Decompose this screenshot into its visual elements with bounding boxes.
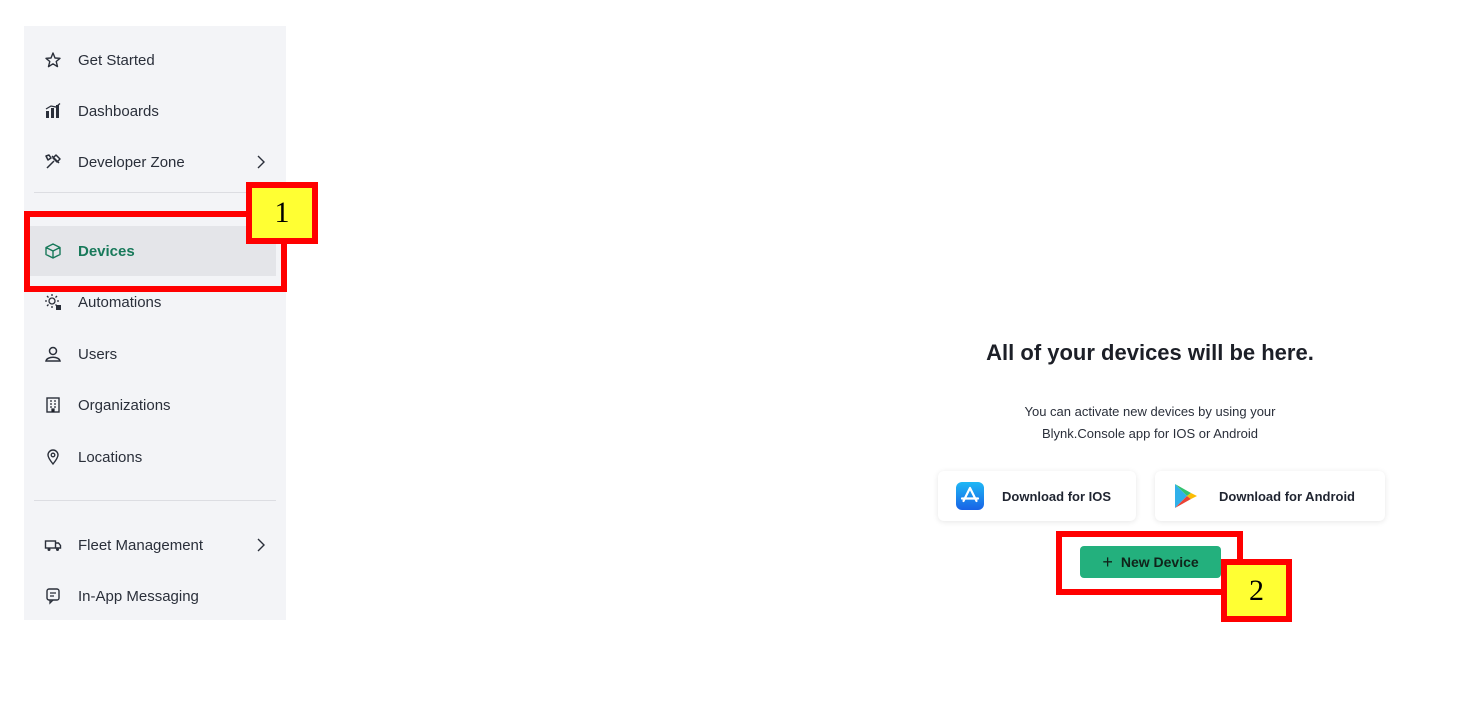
location-pin-icon [44,448,62,466]
dashboards-icon [44,102,62,120]
empty-state-description-line: You can activate new devices by using yo… [1024,404,1276,419]
sidebar-item-label: Locations [78,448,143,466]
sidebar-item-users[interactable]: Users [24,329,276,379]
sidebar-item-label: Devices [78,242,135,260]
star-icon [44,51,62,69]
empty-state-title: All of your devices will be here. [986,340,1314,365]
sidebar-item-developer-zone[interactable]: Developer Zone [24,137,276,187]
plus-icon: + [1102,552,1113,572]
sidebar: Get Started Dashboards Developer Zone De… [24,26,286,620]
sidebar-item-label: In-App Messaging [78,587,199,605]
sidebar-divider [34,192,276,193]
sidebar-item-label: Dashboards [78,102,159,120]
sidebar-item-fleet-management[interactable]: Fleet Management [24,520,276,570]
sidebar-item-automations[interactable]: Automations [24,277,276,327]
sidebar-item-label: Get Started [78,51,155,69]
empty-state-description: You can activate new devices by using yo… [930,401,1370,445]
sidebar-item-label: Automations [78,293,162,311]
sidebar-item-dashboards[interactable]: Dashboards [24,86,276,136]
google-play-icon [1175,484,1197,508]
new-device-button[interactable]: + New Device [1080,546,1221,578]
annotation-label-1: 1 [246,182,318,244]
messaging-icon [44,587,62,605]
sidebar-item-in-app-messaging[interactable]: In-App Messaging [24,571,276,621]
app-store-icon [956,482,984,510]
building-icon [44,396,62,414]
new-device-label: New Device [1120,554,1199,570]
download-ios-label: Download for IOS [1002,488,1112,504]
truck-icon [44,536,62,554]
sidebar-divider [34,500,276,501]
sidebar-item-devices[interactable]: Devices [24,226,276,276]
empty-state-description-line: Blynk.Console app for IOS or Android [1041,426,1259,441]
download-android-button[interactable]: Download for Android [1155,471,1385,521]
users-icon [44,345,62,363]
sidebar-item-organizations[interactable]: Organizations [24,380,276,430]
sidebar-item-get-started[interactable]: Get Started [24,35,276,85]
cube-icon [44,242,62,260]
annotation-label-2: 2 [1221,559,1292,622]
download-ios-button[interactable]: Download for IOS [938,471,1136,521]
tools-icon [44,153,62,171]
sidebar-item-label: Developer Zone [78,153,185,171]
chevron-right-icon [257,155,265,169]
sidebar-item-locations[interactable]: Locations [24,432,276,482]
sidebar-item-label: Users [78,345,118,363]
sidebar-item-label: Fleet Management [78,536,204,554]
download-android-label: Download for Android [1219,488,1355,504]
chevron-right-icon [257,538,265,552]
sidebar-item-label: Organizations [78,396,171,414]
automations-icon [44,293,62,311]
